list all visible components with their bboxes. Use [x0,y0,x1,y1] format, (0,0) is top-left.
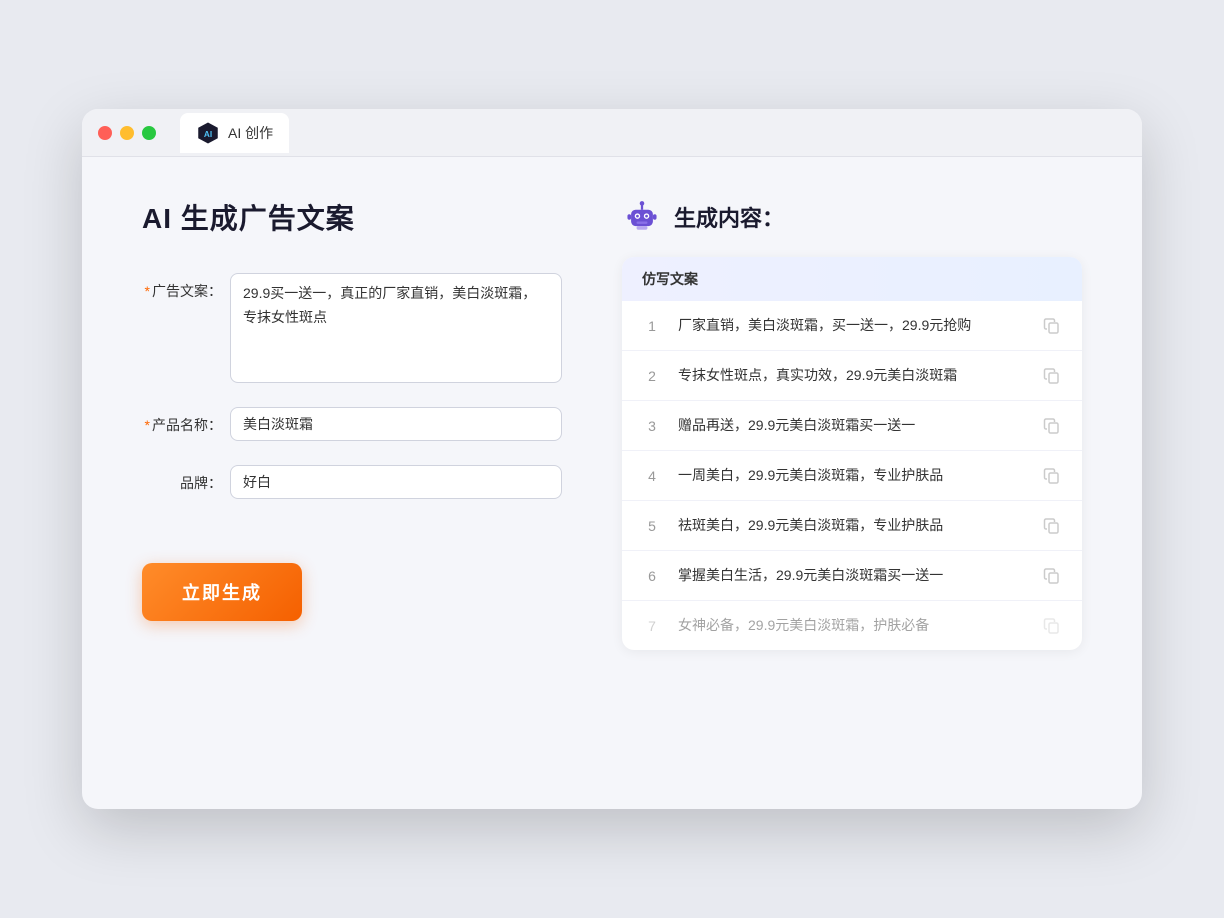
copy-icon[interactable] [1042,366,1062,386]
required-star-product: * [145,417,150,433]
item-text: 赠品再送，29.9元美白淡斑霜买一送一 [678,415,1026,436]
result-item: 3 赠品再送，29.9元美白淡斑霜买一送一 [622,401,1082,451]
generate-button[interactable]: 立即生成 [142,563,302,621]
result-header: 生成内容： [622,197,1082,237]
result-item: 5 祛斑美白，29.9元美白淡斑霜，专业护肤品 [622,501,1082,551]
item-number: 1 [642,318,662,334]
ai-tab-icon: AI [196,121,220,145]
close-button[interactable] [98,126,112,140]
item-text: 祛斑美白，29.9元美白淡斑霜，专业护肤品 [678,515,1026,536]
item-number: 2 [642,368,662,384]
brand-input[interactable] [230,465,562,499]
item-text: 厂家直销，美白淡斑霜，买一送一，29.9元抢购 [678,315,1026,336]
item-number: 3 [642,418,662,434]
item-text: 掌握美白生活，29.9元美白淡斑霜买一送一 [678,565,1026,586]
result-list: 1 厂家直销，美白淡斑霜，买一送一，29.9元抢购 2 专抹女性斑点，真实功效，29… [622,301,1082,650]
right-panel: 生成内容： 仿写文案 1 厂家直销，美白淡斑霜，买一送一，29.9元抢购 2 专抹女… [622,197,1082,650]
result-item: 6 掌握美白生活，29.9元美白淡斑霜买一送一 [622,551,1082,601]
item-text: 专抹女性斑点，真实功效，29.9元美白淡斑霜 [678,365,1026,386]
result-item: 2 专抹女性斑点，真实功效，29.9元美白淡斑霜 [622,351,1082,401]
copy-icon[interactable] [1042,616,1062,636]
robot-icon [622,197,662,237]
traffic-lights [98,126,156,140]
product-name-group: *产品名称： [142,407,562,441]
brand-label: 品牌： [142,465,222,493]
browser-titlebar: AI AI 创作 [82,109,1142,157]
svg-text:AI: AI [204,129,212,138]
ad-copy-group: *广告文案： 29.9买一送一，真正的厂家直销，美白淡斑霜，专抹女性斑点 [142,273,562,383]
tab-label: AI 创作 [228,123,273,143]
copy-icon[interactable] [1042,566,1062,586]
required-star-ad: * [145,283,150,299]
result-table-header: 仿写文案 [622,257,1082,301]
browser-window: AI AI 创作 AI 生成广告文案 *广告文案： 29.9买一送一，真正的厂家… [82,109,1142,809]
item-number: 7 [642,618,662,634]
result-item: 7 女神必备，29.9元美白淡斑霜，护肤必备 [622,601,1082,650]
product-name-input[interactable] [230,407,562,441]
page-title: AI 生成广告文案 [142,197,562,237]
copy-icon[interactable] [1042,416,1062,436]
item-text: 一周美白，29.9元美白淡斑霜，专业护肤品 [678,465,1026,486]
copy-icon[interactable] [1042,516,1062,536]
brand-group: 品牌： [142,465,562,499]
item-text: 女神必备，29.9元美白淡斑霜，护肤必备 [678,615,1026,636]
item-number: 5 [642,518,662,534]
result-item: 1 厂家直销，美白淡斑霜，买一送一，29.9元抢购 [622,301,1082,351]
ai-tab[interactable]: AI AI 创作 [180,113,289,153]
ad-copy-input[interactable]: 29.9买一送一，真正的厂家直销，美白淡斑霜，专抹女性斑点 [230,273,562,383]
minimize-button[interactable] [120,126,134,140]
copy-icon[interactable] [1042,466,1062,486]
main-content: AI 生成广告文案 *广告文案： 29.9买一送一，真正的厂家直销，美白淡斑霜，… [82,157,1142,690]
copy-icon[interactable] [1042,316,1062,336]
item-number: 6 [642,568,662,584]
result-card: 仿写文案 1 厂家直销，美白淡斑霜，买一送一，29.9元抢购 2 专抹女性斑点，真实… [622,257,1082,650]
ad-copy-label: *广告文案： [142,273,222,301]
left-panel: AI 生成广告文案 *广告文案： 29.9买一送一，真正的厂家直销，美白淡斑霜，… [142,197,562,650]
result-title: 生成内容： [674,201,784,233]
result-item: 4 一周美白，29.9元美白淡斑霜，专业护肤品 [622,451,1082,501]
maximize-button[interactable] [142,126,156,140]
item-number: 4 [642,468,662,484]
product-name-label: *产品名称： [142,407,222,435]
